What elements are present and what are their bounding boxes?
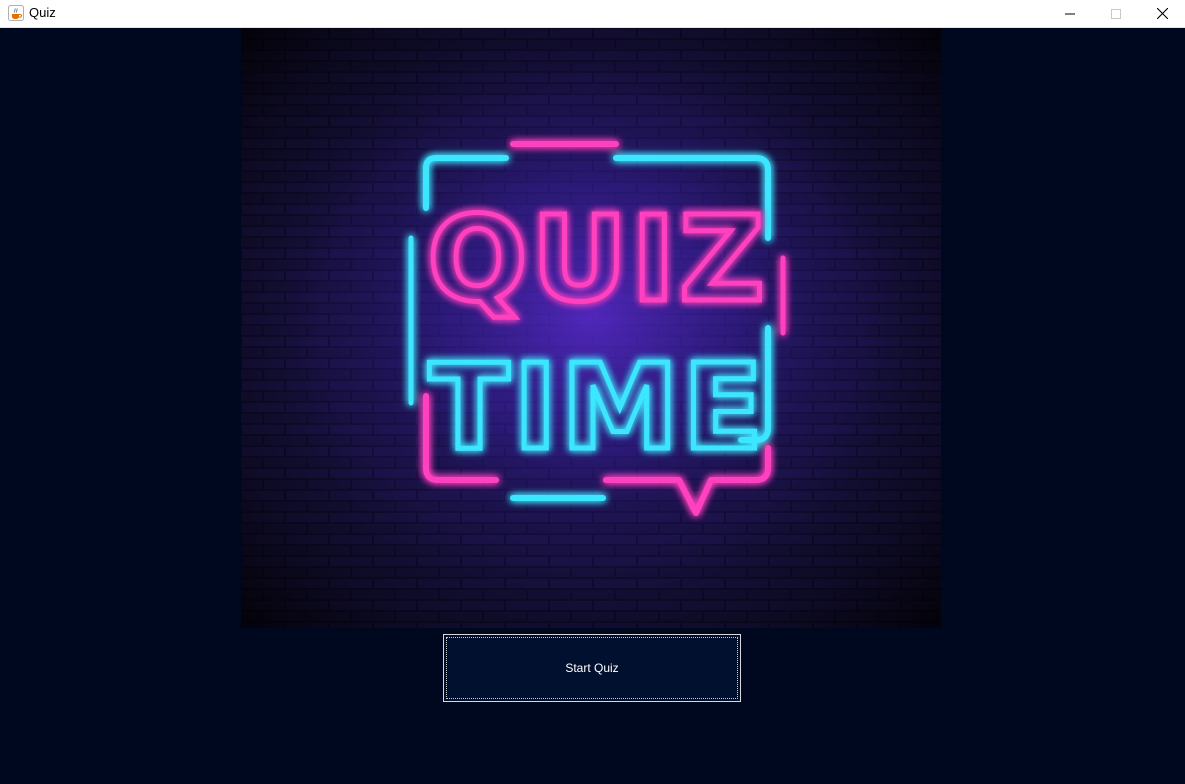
neon-text-quiz: QUIZ [427, 190, 769, 328]
maximize-icon [1111, 8, 1121, 19]
close-icon [1156, 8, 1168, 19]
content-pane: QUIZ TIME Start Quiz [0, 28, 1185, 784]
close-button[interactable] [1139, 0, 1185, 27]
maximize-button[interactable] [1093, 0, 1139, 27]
window-title: Quiz [29, 5, 56, 20]
neon-text-time: TIME [429, 338, 767, 476]
start-quiz-button[interactable]: Start Quiz [443, 634, 741, 702]
java-cup-icon [8, 5, 24, 21]
title-bar[interactable]: Quiz [0, 0, 1185, 28]
app-window: Quiz QUIZ TIME Start Quiz [0, 0, 1185, 784]
minimize-button[interactable] [1047, 0, 1093, 27]
minimize-icon [1065, 13, 1075, 14]
quiz-time-neon-image: QUIZ TIME [241, 28, 941, 628]
